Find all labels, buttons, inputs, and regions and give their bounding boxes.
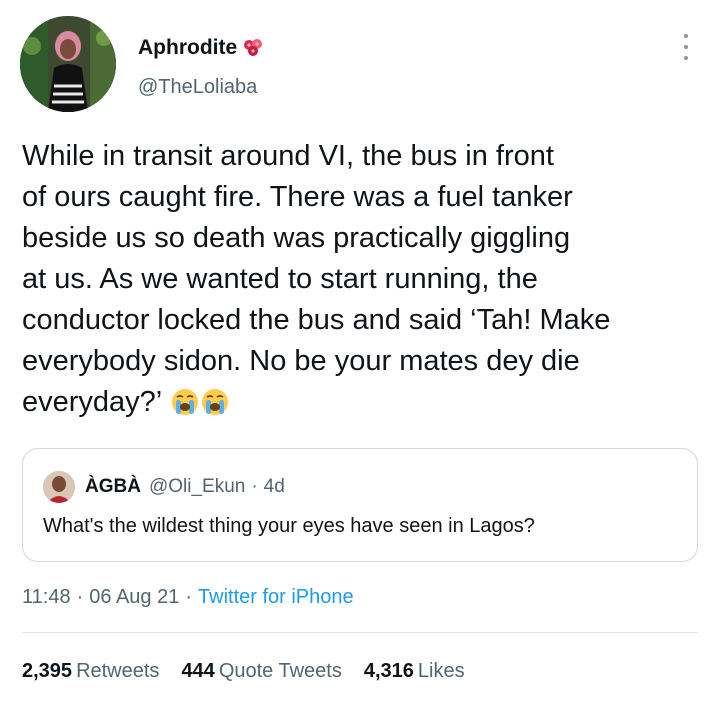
tweet-line: beside us so death was practically giggl… — [22, 222, 571, 254]
tweet-line: at us. As we wanted to start running, th… — [22, 263, 538, 295]
tweet-line: conductor locked the bus and said ‘Tah! … — [22, 304, 611, 336]
divider — [22, 632, 698, 633]
display-name[interactable]: Aphrodite — [138, 36, 237, 60]
quote-tweets-label: Quote Tweets — [218, 660, 342, 682]
meta-separator: · — [185, 586, 193, 608]
tweet-text: While in transit around VI, the bus in f… — [22, 136, 702, 423]
retweets-count: 2,395 — [22, 660, 73, 682]
tweet-last-line: everyday?’ — [22, 382, 702, 423]
tweet-time[interactable]: 11:48 — [22, 586, 71, 609]
tweet-header: Aphrodite @TheLoliaba — [20, 16, 700, 116]
retweets-stat[interactable]: 2,395 Retweets — [22, 660, 159, 683]
tweet-meta: 11:48 · 06 Aug 21 · Twitter for iPhone — [22, 586, 354, 609]
tweet-line: everybody sidon. No be your mates dey di… — [22, 345, 580, 377]
tweet-stats: 2,395 Retweets 444 Quote Tweets 4,316 Likes — [22, 660, 487, 683]
tweet-line: of ours caught fire. There was a fuel ta… — [22, 181, 573, 213]
quote-tweets-stat[interactable]: 444 Quote Tweets — [181, 660, 341, 683]
name-row: Aphrodite — [138, 36, 265, 60]
quoted-display-name[interactable]: ÀGBÀ — [85, 476, 141, 498]
more-options-icon[interactable] — [680, 34, 692, 60]
loudly-crying-face-icon — [201, 387, 229, 415]
quoted-handle[interactable]: @Oli_Ekun — [149, 476, 245, 498]
tweet-line: everyday?’ — [22, 386, 162, 418]
quoted-avatar[interactable] — [43, 471, 75, 503]
loudly-crying-face-icon — [171, 387, 199, 415]
quoted-separator: · — [251, 476, 258, 497]
tweet-date[interactable]: 06 Aug 21 — [89, 586, 179, 609]
quoted-tweet-text: What's the wildest thing your eyes have … — [43, 515, 535, 537]
likes-count: 4,316 — [363, 660, 414, 682]
likes-label: Likes — [417, 660, 465, 682]
tweet-line: While in transit around VI, the bus in f… — [22, 140, 554, 172]
retweets-label: Retweets — [76, 660, 160, 682]
tweet-source-link[interactable]: Twitter for iPhone — [198, 586, 354, 609]
quoted-tweet-card[interactable]: ÀGBÀ @Oli_Ekun · 4d What's the wildest t… — [22, 448, 698, 562]
quoted-tweet-header: ÀGBÀ @Oli_Ekun · 4d — [43, 471, 285, 503]
flowers-emoji-icon — [241, 37, 265, 59]
quoted-time: 4d — [263, 476, 285, 497]
avatar[interactable] — [20, 16, 116, 112]
meta-separator: · — [76, 586, 84, 608]
user-handle[interactable]: @TheLoliaba — [138, 76, 257, 99]
likes-stat[interactable]: 4,316 Likes — [364, 660, 465, 683]
quote-tweets-count: 444 — [181, 660, 215, 682]
